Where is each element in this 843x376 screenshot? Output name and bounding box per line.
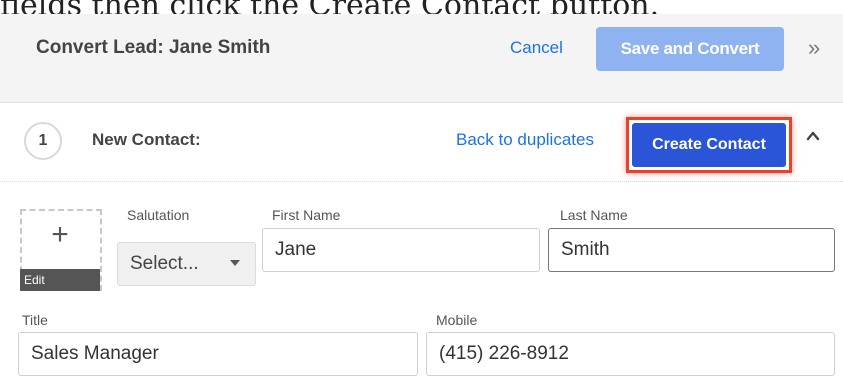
chevron-up-icon[interactable] bbox=[806, 129, 820, 143]
first-name-label: First Name bbox=[272, 207, 341, 223]
plus-icon: + bbox=[51, 218, 69, 251]
avatar-upload[interactable]: + Edit bbox=[20, 209, 102, 291]
caret-down-icon bbox=[230, 260, 240, 266]
panel-header: Convert Lead: Jane Smith Cancel Save and… bbox=[0, 14, 843, 103]
cancel-link[interactable]: Cancel bbox=[510, 36, 563, 60]
last-name-input[interactable]: Smith bbox=[548, 228, 835, 272]
section-title: New Contact: bbox=[92, 130, 201, 149]
title-input[interactable]: Sales Manager bbox=[18, 332, 418, 376]
first-name-input[interactable]: Jane bbox=[262, 228, 540, 272]
create-contact-button[interactable]: Create Contact bbox=[632, 123, 786, 167]
double-chevron-right-icon[interactable]: » bbox=[808, 34, 820, 62]
save-and-convert-button[interactable]: Save and Convert bbox=[596, 27, 784, 71]
back-to-duplicates-link[interactable]: Back to duplicates bbox=[456, 129, 594, 151]
title-label: Title bbox=[22, 312, 48, 328]
salutation-label: Salutation bbox=[127, 207, 190, 223]
mobile-label: Mobile bbox=[436, 312, 478, 328]
step-number-badge: 1 bbox=[24, 122, 62, 160]
convert-lead-panel: Convert Lead: Jane Smith Cancel Save and… bbox=[0, 14, 843, 376]
new-contact-section-header: 1 New Contact: Back to duplicates Create… bbox=[0, 103, 843, 182]
mobile-input[interactable]: (415) 226-8912 bbox=[426, 332, 835, 376]
last-name-label: Last Name bbox=[560, 207, 628, 223]
avatar-edit-label[interactable]: Edit bbox=[20, 269, 100, 291]
page-title: Convert Lead: Jane Smith bbox=[36, 37, 271, 58]
